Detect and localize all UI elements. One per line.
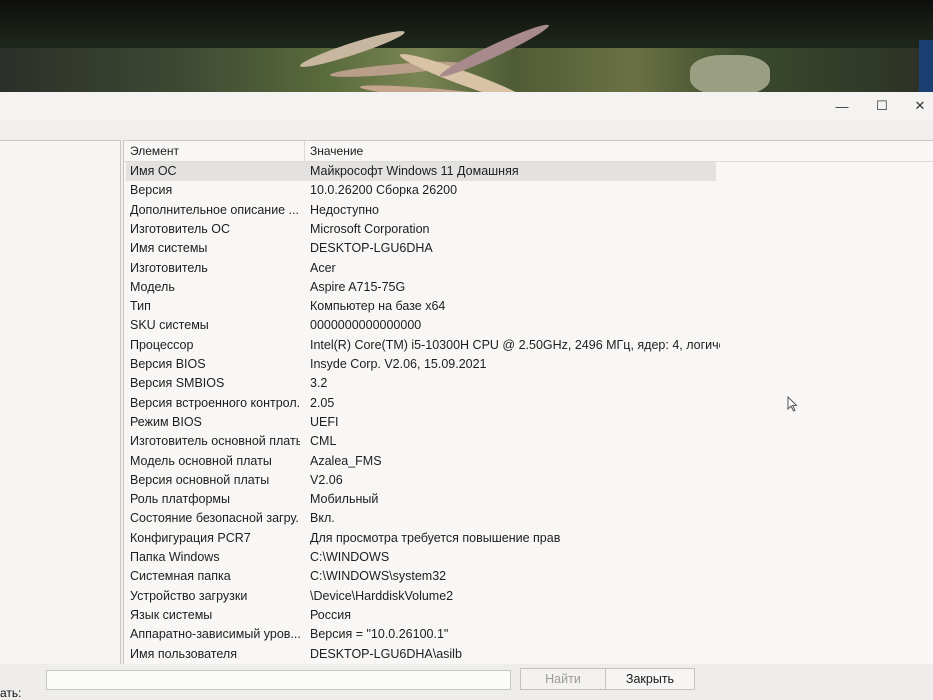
column-divider[interactable] — [304, 141, 305, 161]
table-row[interactable]: Имя системы DESKTOP-LGU6DHA — [124, 239, 933, 258]
row-item-value: Майкрософт Windows 11 Домашняя — [310, 164, 519, 178]
table-row[interactable]: Процессор Intel(R) Core(TM) i5-10300H CPU… — [124, 336, 933, 355]
table-row[interactable]: Дополнительное описание ... Недоступно — [124, 201, 933, 220]
wallpaper-moss — [690, 55, 770, 92]
table-row[interactable]: Имя ОС Майкрософт Windows 11 Домашняя — [124, 162, 933, 181]
row-item-name: Версия встроенного контрол... — [130, 395, 300, 410]
row-item-name: Версия основной платы — [130, 472, 270, 487]
table-row[interactable]: Версия встроенного контрол... 2.05 — [124, 394, 933, 413]
row-item-value: 2.05 — [310, 395, 335, 410]
close-button[interactable]: Закрыть — [605, 668, 695, 690]
row-item-value: C:\WINDOWS — [310, 550, 390, 564]
row-item-name: Имя пользователя — [130, 646, 237, 661]
row-item-name: Изготовитель ОС — [130, 221, 230, 236]
table-row[interactable]: Роль платформы Мобильный — [124, 490, 933, 509]
row-item-name: Состояние безопасной загру... — [130, 511, 300, 526]
table-row[interactable]: Изготовитель основной платы CML — [124, 432, 933, 451]
title-bar: — ☐ ✕ — [0, 92, 933, 120]
row-item-name: Имя ОС — [130, 164, 177, 178]
table-row[interactable]: Имя пользователя DESKTOP-LGU6DHA\asilb — [124, 645, 933, 664]
find-input[interactable] — [46, 670, 511, 690]
table-row[interactable]: Состояние безопасной загру... Вкл. — [124, 509, 933, 528]
row-item-name: Системная папка — [130, 569, 231, 584]
table-row[interactable]: Тип Компьютер на базе x64 — [124, 297, 933, 316]
row-item-name: Модель основной платы — [130, 453, 272, 468]
row-item-name: Изготовитель основной платы — [130, 434, 300, 449]
row-item-value: Intel(R) Core(TM) i5-10300H CPU @ 2.50GH… — [310, 337, 720, 352]
row-item-name: Устройство загрузки — [130, 588, 248, 603]
row-item-value: Azalea_FMS — [310, 453, 382, 468]
row-item-name: Изготовитель — [130, 260, 208, 275]
table-row[interactable]: Модель основной платы Azalea_FMS — [124, 452, 933, 471]
row-item-value: UEFI — [310, 414, 339, 429]
row-item-name: Дополнительное описание ... — [130, 202, 300, 217]
table-row[interactable]: Аппаратно-зависимый уров... Версия = "10.… — [124, 625, 933, 644]
row-item-name: Тип — [130, 299, 151, 314]
table-row[interactable]: Версия основной платы V2.06 — [124, 471, 933, 490]
row-item-name: Роль платформы — [130, 492, 230, 507]
table-row[interactable]: Режим BIOS UEFI — [124, 413, 933, 432]
table-row[interactable]: Папка Windows C:\WINDOWS — [124, 548, 933, 567]
table-row[interactable]: Конфигурация PCR7 Для просмотра требуется… — [124, 529, 933, 548]
row-item-value: Версия = "10.0.26100.1" — [310, 627, 449, 642]
row-item-value: V2.06 — [310, 472, 343, 487]
row-item-name: Имя системы — [130, 241, 208, 256]
row-item-value: Для просмотра требуется повышение прав — [310, 530, 561, 545]
minimize-button[interactable]: — — [822, 92, 862, 120]
find-button[interactable]: Найти — [520, 668, 606, 690]
table-row[interactable]: Версия SMBIOS 3.2 — [124, 374, 933, 393]
column-header-value[interactable]: Значение — [310, 144, 363, 158]
row-item-value: Недоступно — [310, 202, 379, 217]
find-bar: ать: Найти Закрыть — [0, 664, 933, 700]
column-headers: Элемент Значение — [124, 141, 933, 162]
row-item-name: Версия BIOS — [130, 357, 206, 371]
table-row[interactable]: Изготовитель ОС Microsoft Corporation — [124, 220, 933, 239]
table-row[interactable]: Изготовитель Acer — [124, 259, 933, 278]
mouse-pointer-icon — [787, 396, 798, 412]
row-item-value: Компьютер на базе x64 — [310, 299, 446, 314]
find-label: ать: — [0, 686, 22, 700]
row-item-value: DESKTOP-LGU6DHA\asilb — [310, 646, 462, 661]
row-item-value: Microsoft Corporation — [310, 221, 430, 236]
row-item-value: DESKTOP-LGU6DHA — [310, 241, 433, 256]
desktop-edge-accent — [919, 40, 933, 92]
row-item-name: Модель — [130, 279, 175, 294]
row-item-value: C:\WINDOWS\system32 — [310, 569, 447, 584]
row-item-name: Версия SMBIOS — [130, 376, 225, 391]
table-row[interactable]: Модель Aspire A715-75G — [124, 278, 933, 297]
table-row[interactable]: Устройство загрузки \Device\HarddiskVolum… — [124, 587, 933, 606]
row-item-name: Аппаратно-зависимый уров... — [130, 627, 300, 642]
row-item-value: Россия — [310, 607, 351, 622]
row-item-name: Процессор — [130, 337, 194, 352]
row-item-name: Режим BIOS — [130, 414, 202, 429]
row-item-name: Язык системы — [130, 607, 213, 622]
table-row[interactable]: SKU системы 0000000000000000 — [124, 316, 933, 335]
table-row[interactable]: Системная папка C:\WINDOWS\system32 — [124, 567, 933, 586]
close-window-button[interactable]: ✕ — [900, 92, 933, 120]
row-item-value: 3.2 — [310, 376, 328, 391]
desktop-wallpaper — [0, 0, 933, 92]
table-row[interactable]: Версия BIOS Insyde Corp. V2.06, 15.09.202… — [124, 355, 933, 374]
details-list[interactable]: Элемент Значение Имя ОС Майкрософт Window… — [123, 140, 933, 666]
row-item-value: CML — [310, 434, 337, 449]
column-header-item[interactable]: Элемент — [130, 144, 179, 158]
table-row[interactable]: Версия 10.0.26200 Сборка 26200 — [124, 181, 933, 200]
row-item-name: Версия — [130, 183, 173, 198]
row-item-name: Конфигурация PCR7 — [130, 530, 251, 545]
row-item-value: Acer — [310, 260, 336, 275]
table-row[interactable]: Язык системы Россия — [124, 606, 933, 625]
row-item-value: Мобильный — [310, 492, 379, 507]
row-item-value: 0000000000000000 — [310, 318, 422, 333]
row-item-value: Insyde Corp. V2.06, 15.09.2021 — [310, 357, 487, 371]
row-item-value: 10.0.26200 Сборка 26200 — [310, 183, 458, 198]
row-item-value: \Device\HarddiskVolume2 — [310, 588, 454, 603]
row-item-value: Aspire A715-75G — [310, 279, 406, 294]
maximize-button[interactable]: ☐ — [862, 92, 902, 120]
row-item-value: Вкл. — [310, 511, 335, 526]
category-tree-pane[interactable] — [0, 140, 121, 666]
row-item-name: Папка Windows — [130, 550, 220, 564]
row-item-name: SKU системы — [130, 318, 209, 333]
